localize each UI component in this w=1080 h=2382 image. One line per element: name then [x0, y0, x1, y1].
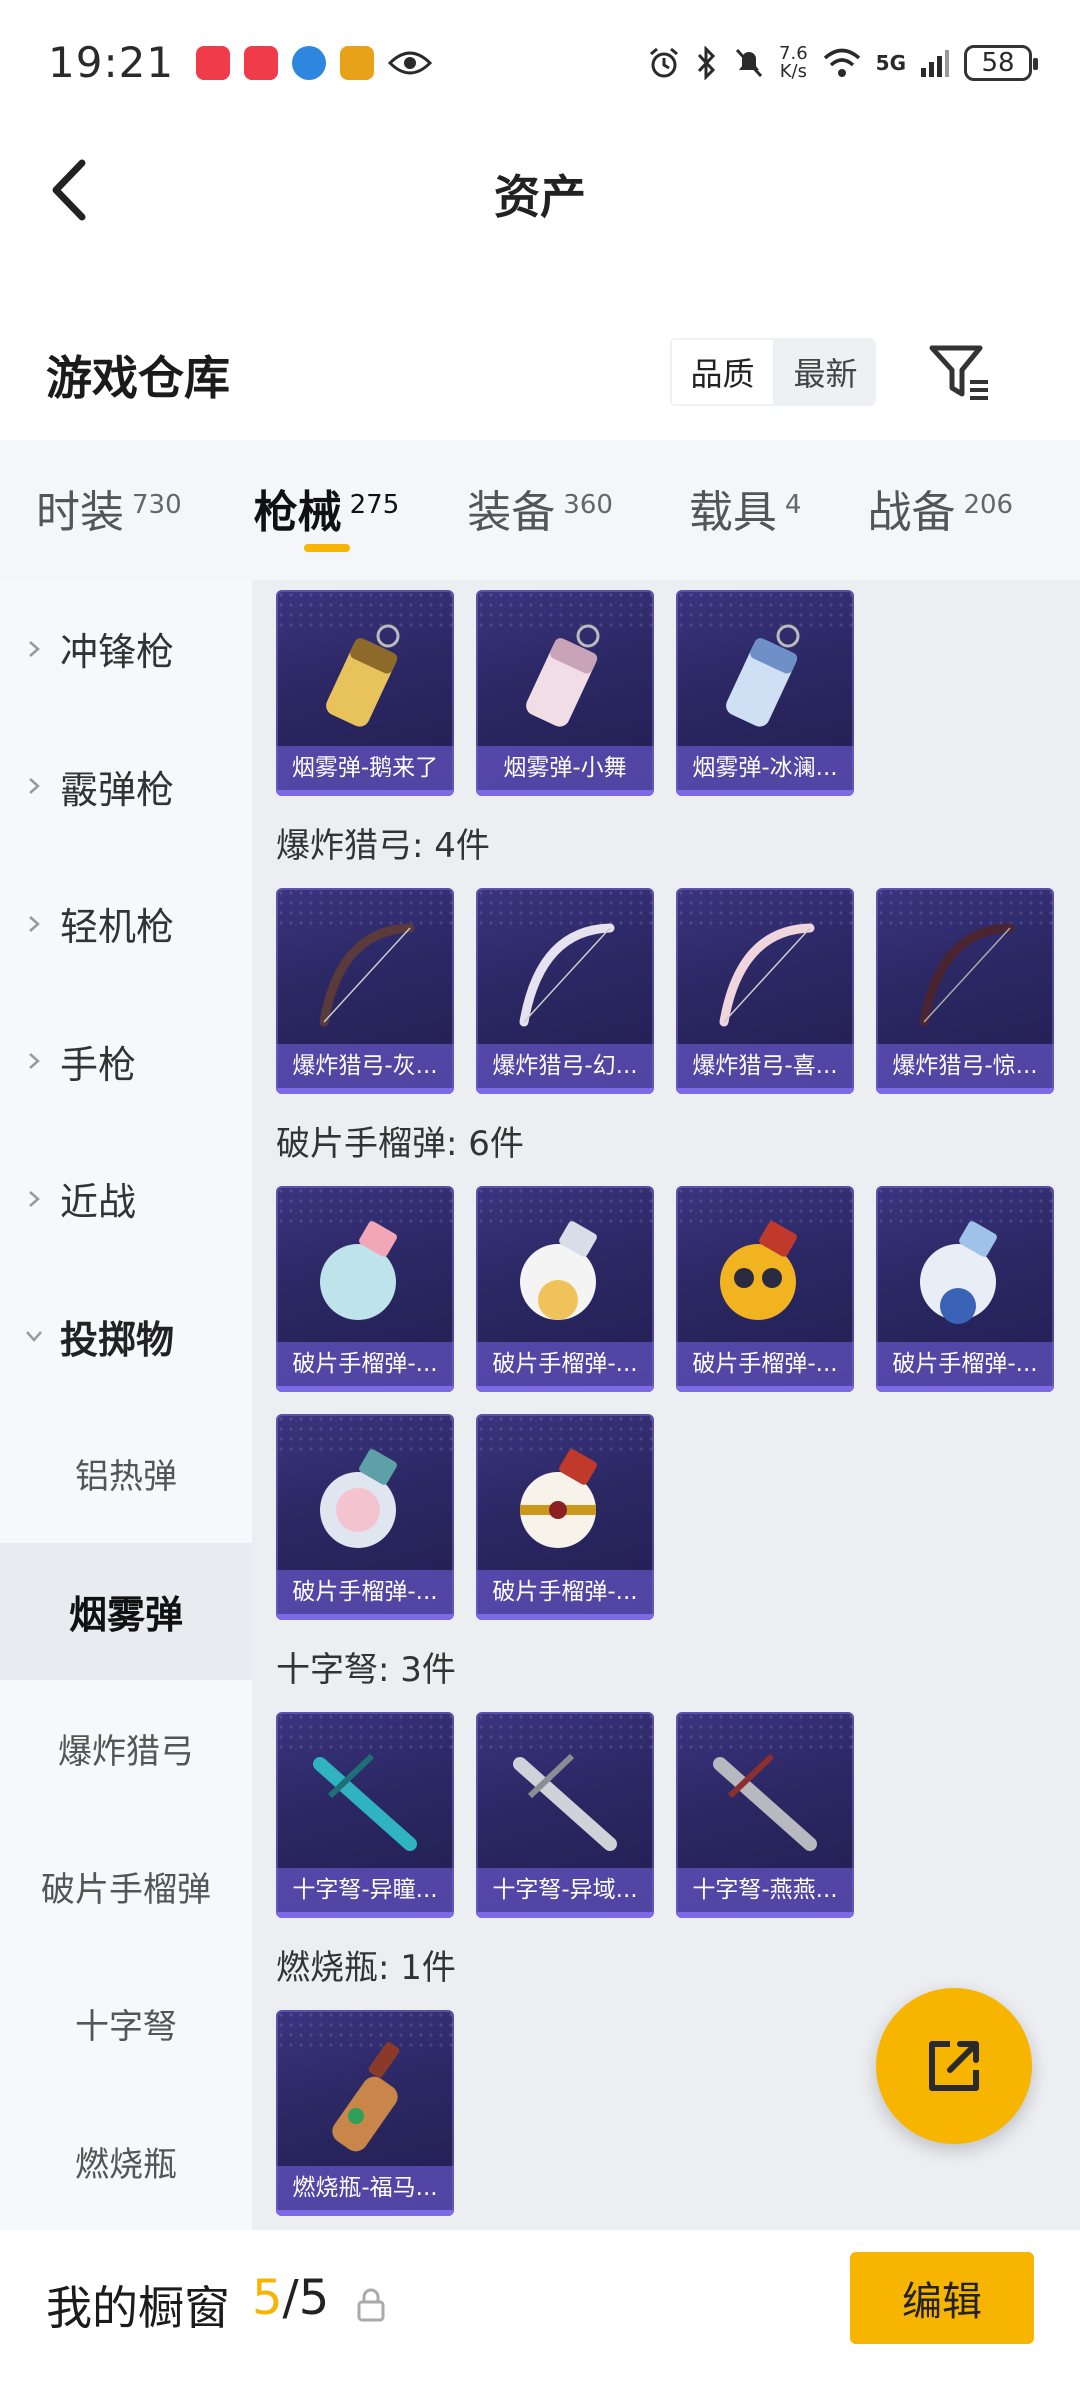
item-card[interactable]: 破片手榴弹-... — [276, 1414, 454, 1620]
tab-equipment[interactable]: 装备 360 — [467, 476, 613, 540]
bow-icon — [319, 923, 415, 1027]
item-card[interactable]: 烟雾弹-小舞 — [476, 590, 654, 796]
sidebar-item-pistol[interactable]: 手枪 — [0, 993, 252, 1131]
sidebar-item-throwables[interactable]: 投掷物 — [0, 1268, 252, 1406]
tab-fashion[interactable]: 时装 730 — [36, 476, 182, 540]
sidebar-item-lmg[interactable]: 轻机枪 — [0, 855, 252, 993]
item-card[interactable]: 烟雾弹-鹅来了 — [276, 590, 454, 796]
grenade-icon — [720, 1221, 797, 1320]
sidebar-item-molotov[interactable]: 燃烧瓶 — [0, 2093, 252, 2231]
browser-notification-icon — [292, 45, 327, 80]
tab-firearms[interactable]: 枪械 275 — [254, 476, 399, 552]
item-card[interactable]: 燃烧瓶-福马... — [276, 2010, 454, 2216]
item-card[interactable]: 十字弩-燕燕... — [676, 1712, 854, 1918]
item-card[interactable]: 破片手榴弹-... — [676, 1186, 854, 1392]
category-tabs: 时装 730 枪械 275 装备 360 载具 4 战备 206 — [0, 440, 1080, 580]
item-card[interactable]: 十字弩-异瞳... — [276, 1712, 454, 1918]
mute-icon — [735, 48, 763, 77]
item-card[interactable]: 爆炸猎弓-惊... — [876, 888, 1054, 1094]
smoke-grenade-icon — [526, 624, 600, 727]
sidebar-item-crossbow[interactable]: 十字弩 — [0, 1955, 252, 2093]
grenade-icon — [320, 1221, 397, 1320]
header: 资产 — [0, 125, 1080, 255]
active-tab-indicator — [303, 544, 350, 552]
chevron-right-icon — [29, 1053, 40, 1070]
molotov-icon — [332, 2042, 400, 2152]
showcase-count: 5/5 — [252, 2270, 330, 2326]
item-card[interactable]: 烟雾弹-冰澜... — [676, 590, 854, 796]
group-title-crossbow: 十字弩: 3件 — [276, 1650, 456, 1690]
sort-toggle: 品质 最新 — [670, 338, 876, 406]
tab-vehicles[interactable]: 载具 4 — [689, 476, 802, 540]
share-button[interactable] — [876, 1988, 1032, 2144]
item-card[interactable]: 爆炸猎弓-幻... — [476, 888, 654, 1094]
sidebar-item-thermite[interactable]: 铝热弹 — [0, 1405, 252, 1543]
app-notification-icon-3 — [340, 45, 375, 80]
sidebar-item-smoke[interactable]: 烟雾弹 — [0, 1542, 252, 1680]
page-title: 资产 — [494, 170, 586, 224]
category-sidebar: 冲锋枪 霰弹枪 轻机枪 手枪 近战 投掷物 铝热弹 烟雾弹 爆炸猎弓 破片手榴弹… — [0, 580, 252, 2230]
tab-battle-prep[interactable]: 战备 206 — [867, 476, 1013, 540]
alarm-icon — [650, 47, 678, 77]
eye-icon — [388, 51, 433, 74]
battery-indicator: 58 — [964, 44, 1038, 81]
signal-type: 5G — [875, 50, 906, 75]
grenade-icon — [920, 1221, 997, 1324]
bluetooth-icon — [697, 45, 716, 80]
chevron-right-icon — [29, 1190, 40, 1207]
item-card[interactable]: 破片手榴弹-... — [876, 1186, 1054, 1392]
item-card[interactable]: 破片手榴弹-... — [476, 1414, 654, 1620]
item-card[interactable]: 爆炸猎弓-喜... — [676, 888, 854, 1094]
signal-icon — [921, 49, 949, 77]
warehouse-bar: 游戏仓库 品质 最新 — [0, 320, 1080, 440]
crossbow-icon — [513, 1753, 617, 1851]
bow-icon — [719, 923, 815, 1027]
sidebar-item-smg[interactable]: 冲锋枪 — [0, 580, 252, 718]
sort-quality-option[interactable]: 品质 — [670, 338, 775, 406]
grenade-icon — [520, 1221, 597, 1320]
item-card[interactable]: 十字弩-异域... — [476, 1712, 654, 1918]
wifi-icon — [823, 48, 860, 77]
sort-newest-option[interactable]: 最新 — [775, 338, 876, 406]
edit-button[interactable]: 编辑 — [850, 2252, 1034, 2344]
sidebar-item-frag-grenade[interactable]: 破片手榴弹 — [0, 1818, 252, 1956]
external-link-icon — [929, 2041, 979, 2091]
chevron-down-icon — [26, 1331, 42, 1343]
group-title-molotov: 燃烧瓶: 1件 — [276, 1948, 456, 1988]
status-time: 19:21 — [48, 38, 175, 87]
net-speed: 7.6 K/s — [779, 42, 808, 82]
showcase-label: 我的橱窗 — [46, 2281, 230, 2335]
chevron-right-icon — [29, 640, 40, 657]
crossbow-icon — [313, 1753, 417, 1851]
smoke-grenade-icon — [726, 624, 800, 727]
status-bar: 19:21 7.6 K/s 5G 58 — [0, 0, 1080, 125]
sidebar-item-shotgun[interactable]: 霰弹枪 — [0, 718, 252, 856]
crossbow-icon — [713, 1753, 817, 1851]
sidebar-item-melee[interactable]: 近战 — [0, 1130, 252, 1268]
app-notification-icon-2 — [244, 45, 279, 80]
bow-icon — [919, 923, 1015, 1027]
item-card[interactable]: 破片手榴弹-... — [276, 1186, 454, 1392]
bottom-bar: 我的橱窗 5/5 编辑 — [0, 2230, 1080, 2382]
item-card[interactable]: 爆炸猎弓-灰... — [276, 888, 454, 1094]
lock-icon — [357, 2288, 385, 2322]
chevron-right-icon — [29, 915, 40, 932]
group-title-frag-grenade: 破片手榴弹: 6件 — [276, 1124, 524, 1164]
item-card[interactable]: 破片手榴弹-... — [476, 1186, 654, 1392]
chevron-right-icon — [29, 778, 40, 795]
grenade-icon — [320, 1449, 397, 1548]
item-grid: 烟雾弹-鹅来了 烟雾弹-小舞 烟雾弹-冰澜... 爆炸猎弓: 4件 爆炸猎弓-灰… — [252, 580, 1080, 2230]
app-notification-icon-1 — [196, 45, 231, 80]
bow-icon — [519, 923, 615, 1027]
filter-icon[interactable] — [926, 338, 996, 408]
sidebar-item-explosive-bow[interactable]: 爆炸猎弓 — [0, 1680, 252, 1818]
grenade-icon — [520, 1449, 597, 1548]
warehouse-title: 游戏仓库 — [46, 351, 230, 405]
group-title-explosive-bow: 爆炸猎弓: 4件 — [276, 826, 490, 866]
smoke-grenade-icon — [326, 624, 400, 727]
